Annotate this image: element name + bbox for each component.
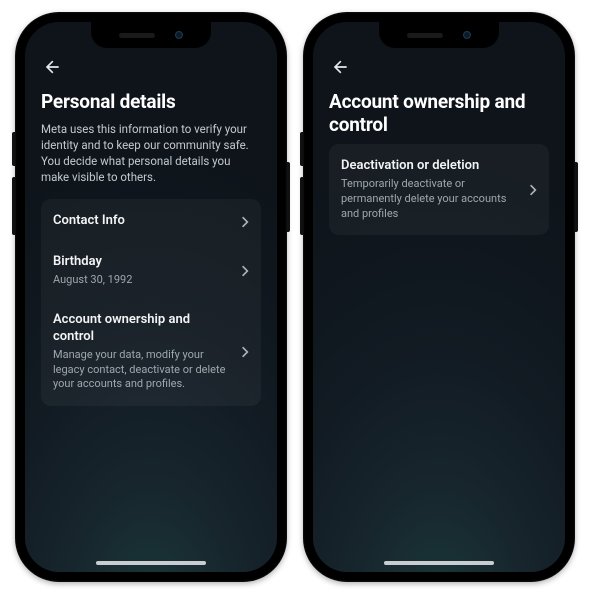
- chevron-right-icon: [241, 345, 249, 359]
- screen-right: Account ownership and control Deactivati…: [313, 22, 565, 572]
- row-title: Birthday: [53, 254, 231, 271]
- notch: [91, 22, 211, 48]
- home-indicator[interactable]: [96, 561, 206, 565]
- back-button[interactable]: [41, 56, 63, 78]
- row-subtitle: Manage your data, modify your legacy con…: [53, 348, 231, 393]
- phone-left: Personal details Meta uses this informat…: [15, 12, 287, 582]
- page-subtitle: Meta uses this information to verify you…: [41, 121, 261, 185]
- settings-card: Deactivation or deletion Temporarily dea…: [329, 144, 549, 235]
- phone-right: Account ownership and control Deactivati…: [303, 12, 575, 582]
- phone-side-button: [575, 162, 578, 232]
- phone-side-button: [287, 162, 290, 232]
- home-indicator[interactable]: [384, 561, 494, 565]
- row-deactivation-deletion[interactable]: Deactivation or deletion Temporarily dea…: [329, 144, 549, 235]
- page-title: Account ownership and control: [329, 90, 549, 136]
- notch: [379, 22, 499, 48]
- row-contact-info[interactable]: Contact Info: [41, 199, 261, 244]
- back-button[interactable]: [329, 56, 351, 78]
- screen-left: Personal details Meta uses this informat…: [25, 22, 277, 572]
- row-account-ownership[interactable]: Account ownership and control Manage you…: [41, 302, 261, 406]
- chevron-right-icon: [241, 215, 249, 229]
- settings-card: Contact Info Birthday August 30, 1992: [41, 199, 261, 406]
- row-title: Contact Info: [53, 213, 231, 230]
- row-subtitle: August 30, 1992: [53, 273, 231, 288]
- account-ownership-screen: Account ownership and control Deactivati…: [313, 22, 565, 249]
- arrow-left-icon: [42, 57, 62, 77]
- row-title: Deactivation or deletion: [341, 158, 519, 175]
- chevron-right-icon: [241, 264, 249, 278]
- row-birthday[interactable]: Birthday August 30, 1992: [41, 244, 261, 302]
- row-title: Account ownership and control: [53, 312, 231, 346]
- chevron-right-icon: [529, 183, 537, 197]
- arrow-left-icon: [330, 57, 350, 77]
- personal-details-screen: Personal details Meta uses this informat…: [25, 22, 277, 420]
- row-subtitle: Temporarily deactivate or permanently de…: [341, 177, 519, 222]
- page-title: Personal details: [41, 90, 261, 113]
